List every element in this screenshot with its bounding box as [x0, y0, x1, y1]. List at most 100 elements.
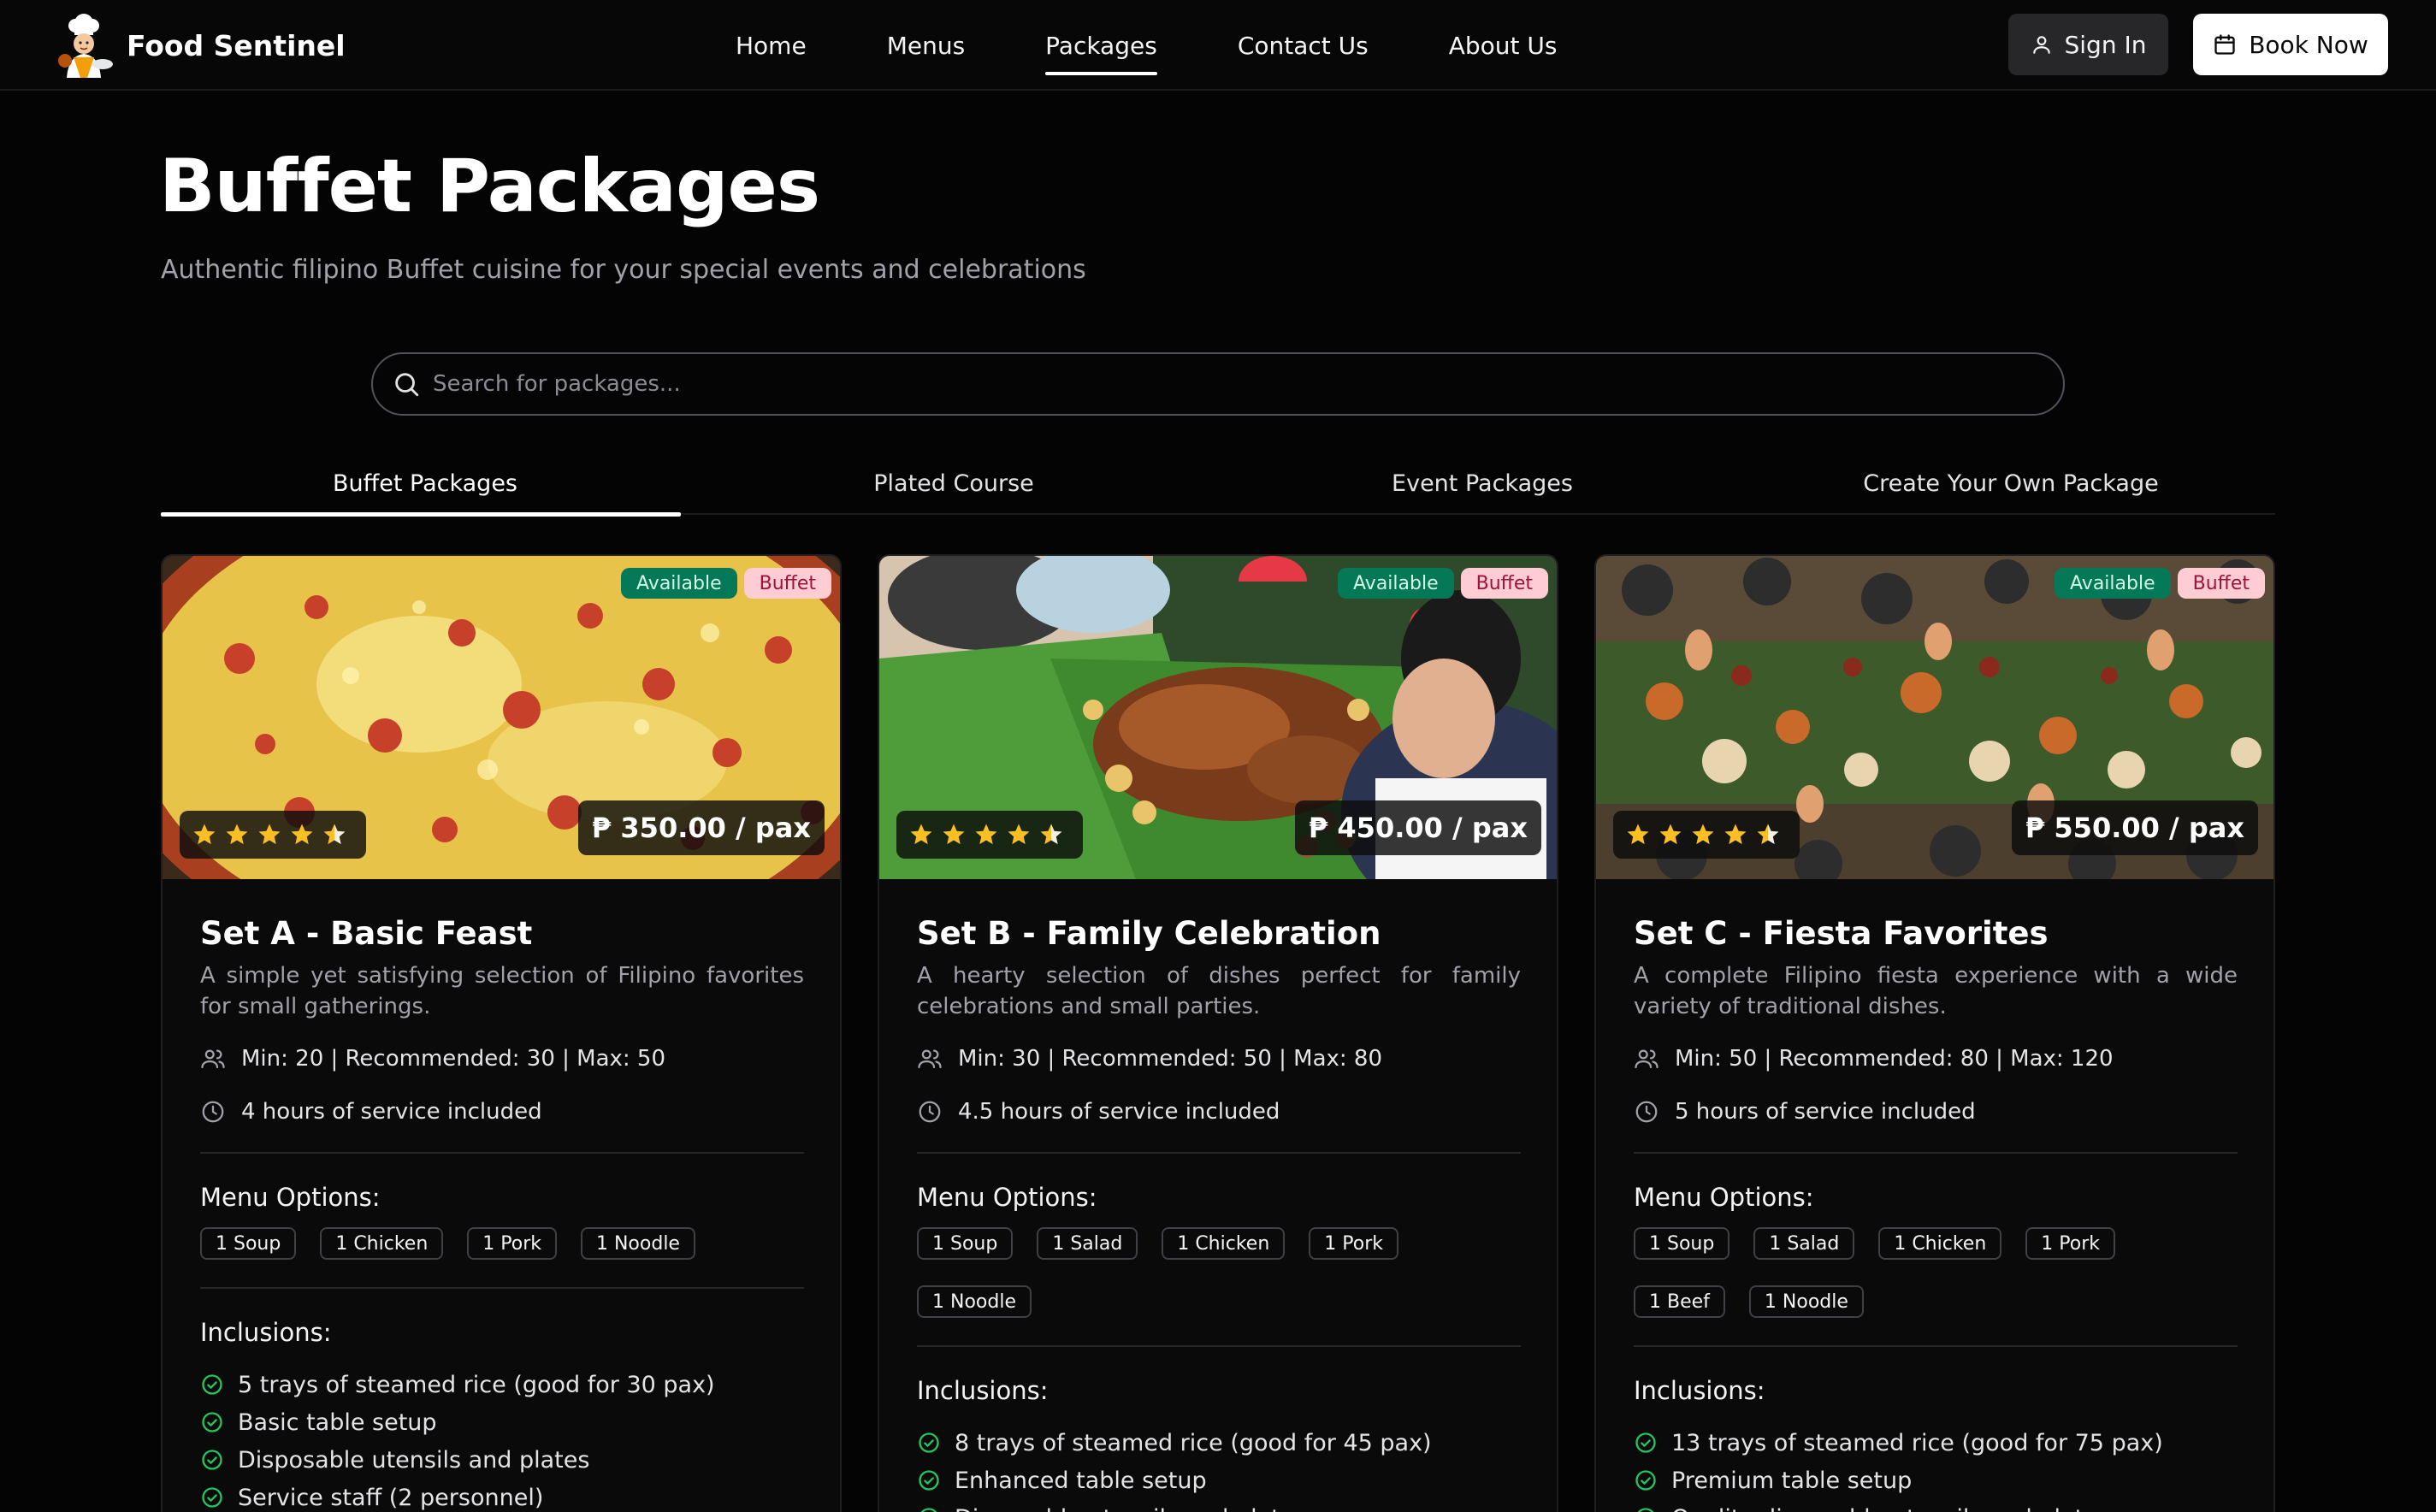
nav-home[interactable]: Home	[736, 32, 807, 60]
package-image: Available Buffet ₱ 550.00 / pax	[1596, 556, 2273, 879]
menu-option-chip: 1 Chicken	[320, 1227, 444, 1260]
menu-options-list: 1 Soup 1 Salad 1 Chicken 1 Pork 1 Beef 1 Nood…	[1634, 1227, 2238, 1344]
package-description: A complete Filipino fiesta experience wi…	[1634, 963, 2238, 1019]
inclusion-text: Enhanced table setup	[955, 1467, 1207, 1494]
inclusions-list: 5 trays of steamed rice (good for 30 pax…	[200, 1366, 804, 1512]
check-circle-icon	[202, 1487, 222, 1508]
menu-options-list: 1 Soup 1 Salad 1 Chicken 1 Pork 1 Noodle	[917, 1227, 1521, 1344]
star-rating	[896, 811, 1083, 859]
tab-plated-course[interactable]: Plated Course	[689, 453, 1218, 513]
card-body: Set C - Fiesta Favorites A complete Fili…	[1634, 915, 2238, 1512]
card-body: Set A - Basic Feast A simple yet satisfy…	[200, 915, 804, 1512]
star-full-icon	[1659, 824, 1682, 845]
check-circle-icon	[919, 1432, 939, 1453]
menu-option-chip: 1 Pork	[467, 1227, 557, 1260]
check-circle-icon	[920, 1508, 937, 1512]
inclusions-list: 13 trays of steamed rice (good for 75 pa…	[1634, 1424, 2238, 1512]
book-now-button[interactable]: Book Now	[2193, 14, 2388, 75]
nav-contact-us[interactable]: Contact Us	[1238, 32, 1369, 60]
check-circle-icon	[202, 1374, 222, 1395]
clock-icon	[202, 1101, 224, 1123]
badge-group: Available Buffet	[2048, 568, 2265, 599]
inclusion-text: 8 trays of steamed rice (good for 45 pax…	[955, 1429, 1432, 1456]
service-duration-text: 4.5 hours of service included	[958, 1099, 1280, 1125]
inclusion-text: Service staff (2 personnel)	[238, 1484, 544, 1511]
menu-options-heading: Menu Options:	[200, 1183, 381, 1212]
package-card[interactable]: Available Buffet ₱ 350.00 / pax Set A - …	[161, 554, 842, 1512]
service-duration: 4 hours of service included	[200, 1099, 804, 1125]
inclusion-item: 5 trays of steamed rice (good for 30 pax…	[200, 1366, 804, 1403]
inclusion-text: 13 trays of steamed rice (good for 75 pa…	[1671, 1429, 2163, 1456]
nav-packages[interactable]: Packages	[1045, 32, 1157, 75]
service-duration: 4.5 hours of service included	[917, 1099, 1521, 1125]
book-now-label: Book Now	[2249, 30, 2368, 59]
menu-option-chip: 1 Chicken	[1162, 1227, 1286, 1260]
package-image: Available Buffet ₱ 450.00 / pax	[879, 556, 1557, 879]
menu-option-chip: 1 Pork	[2025, 1227, 2115, 1260]
type-badge: Buffet	[2177, 568, 2265, 599]
check-circle-icon	[1635, 1432, 1656, 1453]
divider	[1634, 1152, 2238, 1154]
page-title: Buffet Packages	[159, 144, 820, 229]
guest-capacity-text: Min: 30 | Recommended: 50 | Max: 80	[958, 1046, 1383, 1072]
price-tag: ₱ 550.00 / pax	[2012, 800, 2258, 855]
inclusion-item: Enhanced table setup	[917, 1462, 1521, 1499]
menu-option-chip: 1 Chicken	[1878, 1227, 2002, 1260]
sign-in-button[interactable]: Sign In	[2008, 14, 2168, 75]
divider	[917, 1152, 1521, 1154]
package-title: Set B - Family Celebration	[917, 915, 1381, 952]
star-full-icon	[258, 824, 281, 845]
badge-group: Available Buffet	[614, 568, 831, 599]
star-full-icon	[291, 824, 313, 845]
sign-in-label: Sign In	[2064, 30, 2147, 59]
search-input[interactable]	[433, 371, 2063, 397]
divider	[200, 1152, 804, 1154]
package-title: Set C - Fiesta Favorites	[1634, 915, 2049, 952]
menu-options-heading: Menu Options:	[917, 1183, 1097, 1212]
check-circle-icon	[202, 1450, 222, 1470]
star-full-icon	[226, 824, 248, 845]
guest-capacity: Min: 30 | Recommended: 50 | Max: 80	[917, 1046, 1521, 1072]
brand-logo[interactable]: Food Sentinel	[50, 9, 346, 82]
star-rating	[180, 811, 366, 859]
star-full-icon	[910, 824, 932, 845]
type-badge: Buffet	[743, 568, 831, 599]
package-card[interactable]: Available Buffet ₱ 550.00 / pax Set C - …	[1594, 554, 2275, 1512]
price-tag: ₱ 350.00 / pax	[578, 800, 825, 855]
availability-badge: Available	[2055, 568, 2171, 599]
star-full-icon	[1008, 824, 1030, 845]
inclusion-item: Disposable utensils and plates	[200, 1441, 804, 1479]
tab-create-your-own-package[interactable]: Create Your Own Package	[1747, 453, 2275, 513]
clock-icon	[919, 1101, 941, 1123]
availability-badge: Available	[1338, 568, 1454, 599]
check-circle-icon	[202, 1412, 222, 1432]
navbar: Food Sentinel Home Menus Packages Contac…	[0, 0, 2436, 91]
inclusion-text: Disposable utensils and plates	[238, 1446, 590, 1474]
menu-option-chip: 1 Soup	[1634, 1227, 1730, 1260]
menu-options-heading: Menu Options:	[1634, 1183, 1814, 1212]
star-half-icon	[1757, 824, 1779, 845]
star-half-icon	[1040, 824, 1062, 845]
divider	[200, 1287, 804, 1289]
menu-option-chip: 1 Salad	[1037, 1227, 1138, 1260]
service-duration-text: 4 hours of service included	[241, 1099, 542, 1125]
chef-mascot-icon	[50, 11, 118, 80]
guest-capacity: Min: 20 | Recommended: 30 | Max: 50	[200, 1046, 804, 1072]
menu-option-chip: 1 Noodle	[917, 1285, 1032, 1318]
inclusion-item: 13 trays of steamed rice (good for 75 pa…	[1634, 1424, 2238, 1462]
inclusion-text: Basic table setup	[238, 1409, 437, 1436]
tab-buffet-packages[interactable]: Buffet Packages	[161, 453, 689, 517]
package-card[interactable]: Available Buffet ₱ 450.00 / pax Set B - …	[878, 554, 1558, 1512]
card-body: Set B - Family Celebration A hearty sele…	[917, 915, 1521, 1512]
tab-event-packages[interactable]: Event Packages	[1218, 453, 1747, 513]
inclusions-heading: Inclusions:	[1634, 1376, 1765, 1405]
divider	[917, 1345, 1521, 1347]
brand-name: Food Sentinel	[127, 28, 346, 62]
nav-menus[interactable]: Menus	[887, 32, 965, 60]
inclusion-text: Premium table setup	[1671, 1467, 1913, 1494]
nav-about-us[interactable]: About Us	[1449, 32, 1558, 60]
inclusion-text: Quality disposable utensils and plates	[1671, 1505, 2110, 1512]
guest-capacity-text: Min: 50 | Recommended: 80 | Max: 120	[1675, 1046, 2114, 1072]
inclusion-item: Disposable utensils and plates	[917, 1499, 1521, 1512]
menu-option-chip: 1 Soup	[917, 1227, 1014, 1260]
